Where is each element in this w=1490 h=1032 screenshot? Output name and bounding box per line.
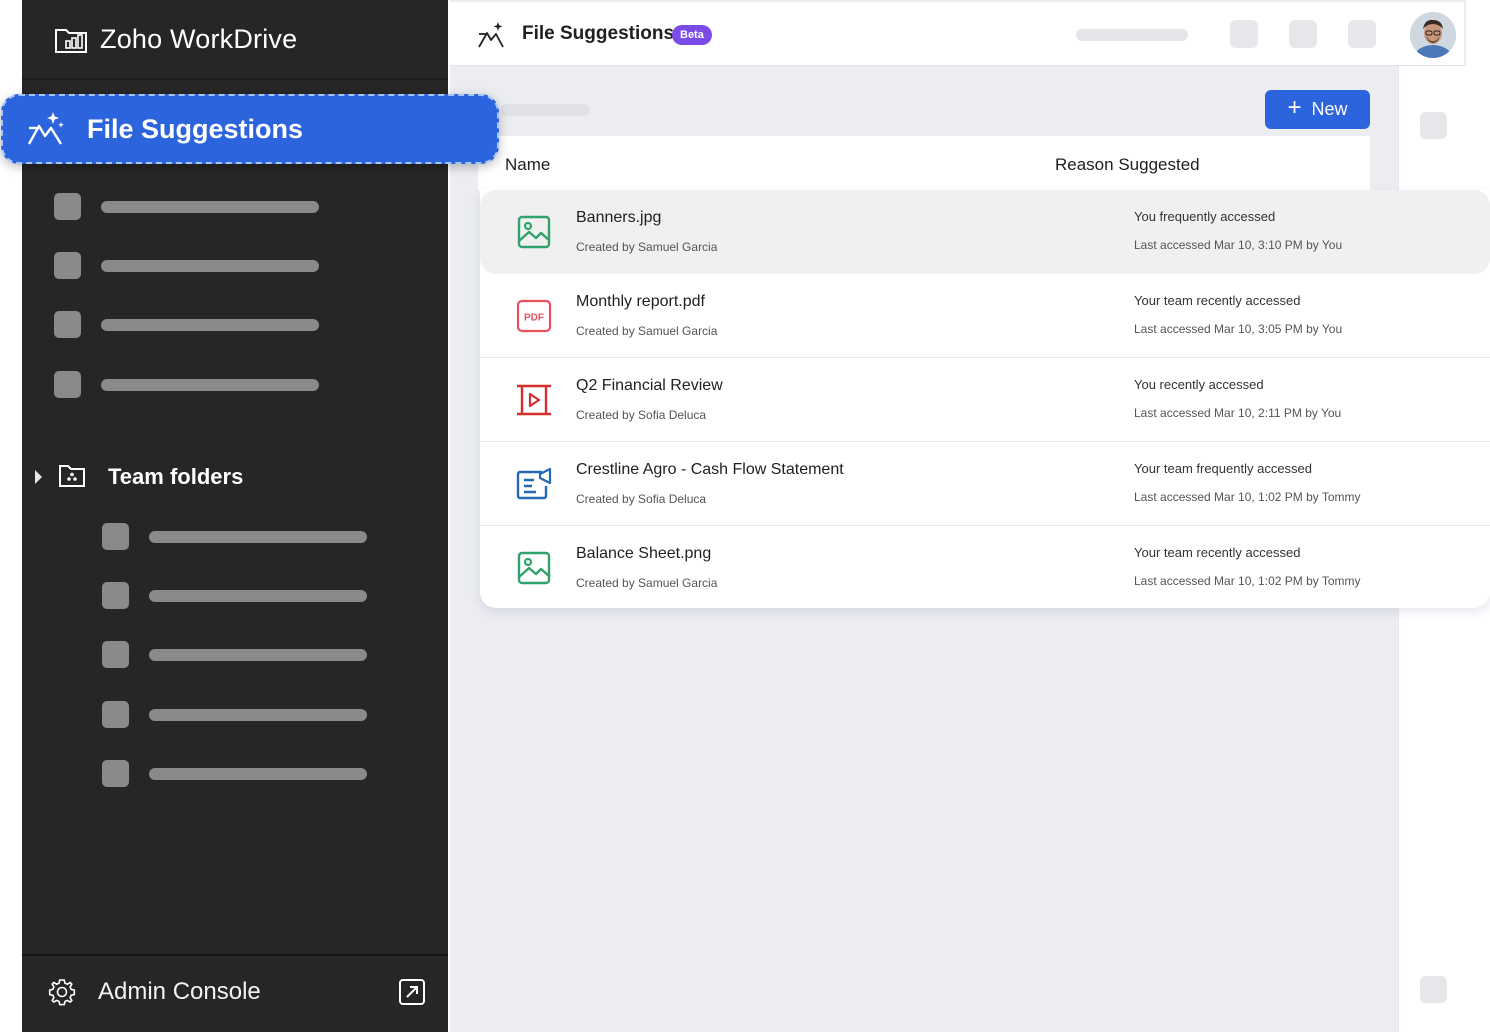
file-row[interactable]: Crestline Agro - Cash Flow Statement Cre…: [480, 442, 1490, 526]
folder-item-label-placeholder: [149, 708, 367, 721]
last-accessed: Last accessed Mar 10, 1:02 PM by Tommy: [1134, 490, 1361, 504]
file-row[interactable]: PDF Monthly report.pdf Created by Samuel…: [480, 274, 1490, 358]
beta-badge: Beta: [672, 25, 712, 45]
table-header: Name Reason Suggested: [478, 136, 1370, 191]
suggestion-reason: Your team frequently accessed: [1134, 461, 1313, 476]
top-bar: File Suggestions Beta: [450, 2, 1464, 66]
last-accessed: Last accessed Mar 10, 3:10 PM by You: [1134, 238, 1343, 252]
rail-icon-placeholder[interactable]: [1420, 112, 1447, 139]
file-name[interactable]: Q2 Financial Review: [576, 377, 723, 395]
team-folder-item-placeholder[interactable]: [102, 701, 367, 728]
file-creator: Created by Sofia Deluca: [576, 492, 707, 506]
file-creator: Created by Samuel Garcia: [576, 240, 718, 254]
toolbar-icon-placeholder[interactable]: [1348, 20, 1376, 48]
column-header-name[interactable]: Name: [505, 155, 550, 175]
folder-item-icon-placeholder: [102, 582, 129, 609]
image-file-icon: [517, 215, 551, 249]
team-folder-icon: [59, 465, 85, 487]
app-name: Zoho WorkDrive: [100, 23, 298, 54]
suggestion-reason: You frequently accessed: [1134, 209, 1276, 224]
team-folders-header[interactable]: Team folders: [22, 456, 448, 500]
document-file-icon: [516, 467, 552, 500]
folder-item-label-placeholder: [149, 767, 367, 780]
folder-item-icon-placeholder: [102, 701, 129, 728]
folder-item-icon-placeholder: [102, 641, 129, 668]
column-header-reason[interactable]: Reason Suggested: [1055, 155, 1200, 175]
folder-item-label-placeholder: [149, 530, 367, 543]
nav-item-label-placeholder: [101, 200, 319, 213]
nav-item-icon-placeholder: [54, 311, 81, 338]
file-row[interactable]: Balance Sheet.png Created by Samuel Garc…: [480, 526, 1490, 610]
file-creator: Created by Samuel Garcia: [576, 324, 718, 338]
file-row[interactable]: Banners.jpg Created by Samuel Garcia You…: [480, 190, 1490, 274]
new-button-label: New: [1311, 99, 1348, 119]
nav-item-placeholder[interactable]: [54, 252, 319, 279]
nav-item-icon-placeholder: [54, 252, 81, 279]
image-file-icon: [517, 551, 551, 585]
rail-icon-placeholder[interactable]: [1420, 976, 1447, 1003]
folder-item-icon-placeholder: [102, 523, 129, 550]
file-creator: Created by Samuel Garcia: [576, 576, 718, 590]
workdrive-logo-icon: [55, 29, 87, 53]
file-name[interactable]: Monthly report.pdf: [576, 293, 705, 311]
admin-console-link[interactable]: Admin Console: [22, 954, 448, 1032]
nav-item-label-placeholder: [101, 378, 319, 391]
pdf-file-icon: PDF: [516, 299, 552, 333]
nav-item-placeholder[interactable]: [54, 371, 319, 398]
nav-item-placeholder[interactable]: [54, 311, 319, 338]
new-button[interactable]: + New: [1265, 90, 1370, 129]
toolbar-icon-placeholder[interactable]: [1289, 20, 1317, 48]
app-window: Zoho WorkDrive Team folders Admin Consol…: [0, 0, 1490, 1032]
sidebar-item-file-suggestions[interactable]: File Suggestions: [1, 94, 499, 164]
file-suggestions-icon: [27, 112, 64, 145]
last-accessed: Last accessed Mar 10, 1:02 PM by Tommy: [1134, 574, 1361, 588]
file-list: Banners.jpg Created by Samuel Garcia You…: [480, 190, 1490, 608]
suggestion-reason: Your team recently accessed: [1134, 293, 1301, 308]
folder-item-label-placeholder: [149, 648, 367, 661]
folder-item-label-placeholder: [149, 589, 367, 602]
search-placeholder[interactable]: [1076, 29, 1188, 41]
nav-item-label-placeholder: [101, 259, 319, 272]
team-folder-item-placeholder[interactable]: [102, 582, 367, 609]
file-creator: Created by Sofia Deluca: [576, 408, 707, 422]
suggestion-reason: You recently accessed: [1134, 377, 1264, 392]
nav-item-label-placeholder: [101, 318, 319, 331]
breadcrumb-placeholder: [500, 104, 590, 116]
user-avatar[interactable]: [1410, 12, 1456, 58]
suggestion-reason: Your team recently accessed: [1134, 545, 1301, 560]
page-title: File Suggestions: [522, 23, 675, 44]
team-folder-item-placeholder[interactable]: [102, 641, 367, 668]
team-folders-label: Team folders: [108, 464, 244, 489]
admin-console-label: Admin Console: [98, 978, 261, 1005]
external-link-icon[interactable]: [398, 978, 426, 1006]
toolbar-icon-placeholder[interactable]: [1230, 20, 1258, 48]
folder-item-icon-placeholder: [102, 760, 129, 787]
nav-item-icon-placeholder: [54, 371, 81, 398]
avatar-image: [1410, 12, 1456, 58]
caret-right-icon[interactable]: [35, 470, 42, 484]
last-accessed: Last accessed Mar 10, 2:11 PM by You: [1134, 406, 1342, 420]
sidebar-item-label: File Suggestions: [87, 114, 304, 144]
nav-item-placeholder[interactable]: [54, 193, 319, 220]
brand-header[interactable]: Zoho WorkDrive: [22, 0, 448, 80]
svg-text:PDF: PDF: [524, 313, 544, 324]
plus-icon: +: [1287, 94, 1302, 121]
last-accessed: Last accessed Mar 10, 3:05 PM by You: [1134, 322, 1343, 336]
file-name[interactable]: Crestline Agro - Cash Flow Statement: [576, 461, 844, 479]
file-name[interactable]: Balance Sheet.png: [576, 545, 711, 563]
file-row[interactable]: Q2 Financial Review Created by Sofia Del…: [480, 358, 1490, 442]
gear-icon: [48, 979, 76, 1006]
team-folder-item-placeholder[interactable]: [102, 523, 367, 550]
file-name[interactable]: Banners.jpg: [576, 209, 661, 227]
file-suggestions-icon: [478, 22, 504, 48]
nav-item-icon-placeholder: [54, 193, 81, 220]
team-folder-item-placeholder[interactable]: [102, 760, 367, 787]
presentation-file-icon: [517, 384, 551, 416]
